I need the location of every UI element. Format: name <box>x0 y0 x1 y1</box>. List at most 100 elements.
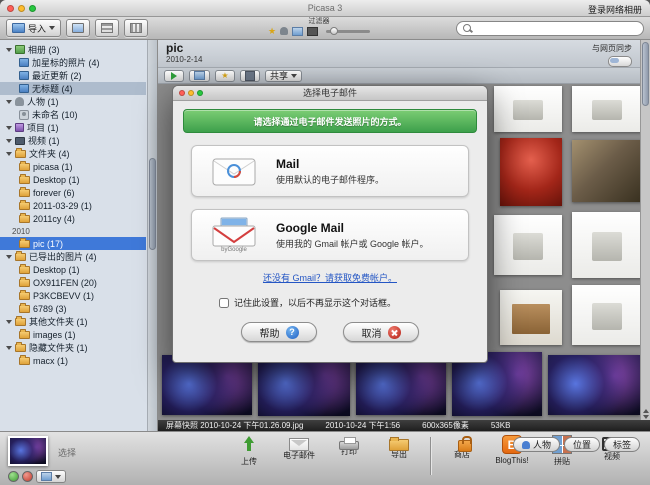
file-dimensions: 600x365像素 <box>422 421 469 430</box>
sidebar-item[interactable]: 未命名 (10) <box>0 108 146 121</box>
clear-selection-button[interactable] <box>22 471 33 482</box>
sidebar-item[interactable]: 2011cy (4) <box>0 212 146 225</box>
picture-button[interactable] <box>189 69 210 82</box>
main-scrollbar[interactable] <box>640 40 650 420</box>
sidebar-scrollbar[interactable] <box>147 40 157 431</box>
sidebar-item[interactable]: 文件夹 (4) <box>0 147 146 160</box>
view-grid-button[interactable] <box>95 19 120 37</box>
scroll-up-icon[interactable] <box>643 409 649 413</box>
photo-thumbnail[interactable] <box>500 138 562 206</box>
dialog-close-button[interactable] <box>179 90 185 96</box>
email-button[interactable]: 电子邮件 <box>278 435 320 461</box>
photo-thumbnail[interactable] <box>162 355 252 415</box>
photo-thumbnail[interactable] <box>572 86 640 132</box>
sidebar-item[interactable]: 已导出的图片 (4) <box>0 250 146 263</box>
folder-date: 2010-2-14 <box>166 55 203 64</box>
hold-selection-button[interactable] <box>8 471 19 482</box>
photo-thumbnail[interactable] <box>572 140 640 202</box>
export-button[interactable]: 导出 <box>378 435 420 460</box>
disclosure-triangle-icon[interactable] <box>6 345 12 350</box>
scroll-down-icon[interactable] <box>643 415 649 419</box>
panel-places-button[interactable]: 位置 <box>563 437 600 452</box>
sidebar-item[interactable]: 2010 <box>0 225 146 237</box>
sync-control: 与网页同步 <box>592 43 632 67</box>
sidebar-item[interactable]: P3KCBEVV (1) <box>0 289 146 302</box>
selection-label: 选择 <box>58 448 77 458</box>
sidebar-item[interactable]: forever (6) <box>0 186 146 199</box>
sidebar-item-label: 相册 (3) <box>28 45 60 55</box>
help-button[interactable]: 帮助 ? <box>241 322 317 342</box>
panel-people-button[interactable]: 人物 <box>512 437 560 452</box>
disclosure-triangle-icon[interactable] <box>6 319 12 324</box>
sidebar-item[interactable]: 无标题 (4) <box>0 82 146 95</box>
sidebar-item[interactable]: 6789 (3) <box>0 302 146 315</box>
dialog-zoom-button[interactable] <box>197 90 203 96</box>
shop-button[interactable]: 商店 <box>441 435 483 460</box>
sidebar-item[interactable]: 最近更新 (2) <box>0 69 146 82</box>
photo-thumbnail[interactable] <box>356 355 446 415</box>
email-icon <box>289 438 309 451</box>
disclosure-triangle-icon[interactable] <box>6 151 12 156</box>
disclosure-triangle-icon[interactable] <box>6 47 12 52</box>
add-to-album-button[interactable] <box>36 470 66 483</box>
photo-thumbnail[interactable] <box>548 355 640 415</box>
google-mail-option[interactable]: byGoogle Google Mail 使用我的 Gmail 帐户或 Goog… <box>191 209 469 261</box>
star-button[interactable]: ★ <box>215 69 235 82</box>
search-field[interactable] <box>456 20 644 36</box>
sidebar-item[interactable]: Desktop (1) <box>0 263 146 276</box>
mail-option[interactable]: Mail 使用默认的电子邮件程序。 <box>191 145 469 197</box>
sidebar-item[interactable]: 2011-03-29 (1) <box>0 199 146 212</box>
filter-label: 过滤器 <box>308 18 330 25</box>
view-tree-button[interactable] <box>124 19 149 37</box>
filter-photos-icon[interactable] <box>292 26 304 36</box>
main-scrollbar-thumb[interactable] <box>642 42 649 106</box>
filter-starred-icon[interactable]: ★ <box>268 26 276 36</box>
sync-toggle[interactable] <box>608 56 632 67</box>
share-button[interactable]: 共享 <box>265 69 303 82</box>
disclosure-triangle-icon[interactable] <box>6 99 12 104</box>
sync-label: 与网页同步 <box>592 44 632 53</box>
filter-videos-icon[interactable] <box>307 26 319 36</box>
remember-setting-checkbox[interactable] <box>219 297 229 308</box>
disclosure-triangle-icon[interactable] <box>6 138 12 143</box>
get-gmail-link[interactable]: 还没有 Gmail？请获取免费帐户。 <box>183 271 477 284</box>
sidebar-item[interactable]: picasa (1) <box>0 160 146 173</box>
sidebar-item[interactable]: 人物 (1) <box>0 95 146 108</box>
photo-thumbnail[interactable] <box>572 212 640 278</box>
disclosure-triangle-icon[interactable] <box>6 125 12 130</box>
photo-thumbnail[interactable] <box>572 285 640 345</box>
signin-web-albums-link[interactable]: 登录网络相册 <box>588 3 642 16</box>
filter-faces-icon[interactable] <box>280 27 289 35</box>
selection-tray-thumbnail[interactable] <box>8 436 48 466</box>
sidebar-item[interactable]: Desktop (1) <box>0 173 146 186</box>
sidebar-item[interactable]: images (1) <box>0 328 146 341</box>
slideshow-play-button[interactable] <box>164 69 184 82</box>
action-separator <box>430 437 431 475</box>
dialog-minimize-button[interactable] <box>188 90 194 96</box>
photo-thumbnail[interactable] <box>500 290 562 345</box>
sidebar-item[interactable]: 视频 (1) <box>0 134 146 147</box>
sidebar-item-label: forever (6) <box>33 187 75 198</box>
photo-thumbnail[interactable] <box>494 86 562 132</box>
sidebar-item[interactable]: OX911FEN (20) <box>0 276 146 289</box>
add-album-button[interactable] <box>66 19 91 37</box>
search-input[interactable] <box>475 22 637 34</box>
sidebar-item[interactable]: 相册 (3) <box>0 43 146 56</box>
upload-button[interactable]: 上传 <box>228 435 270 467</box>
sidebar-item[interactable]: 加星标的照片 (4) <box>0 56 146 69</box>
sidebar-item[interactable]: 项目 (1) <box>0 121 146 134</box>
filter-date-slider[interactable] <box>326 26 371 35</box>
panel-tags-button[interactable]: 标签 <box>603 437 640 452</box>
sidebar-item[interactable]: 隐藏文件夹 (1) <box>0 341 146 354</box>
sidebar-item[interactable]: 其他文件夹 (1) <box>0 315 146 328</box>
print-button[interactable]: 打印 <box>328 435 370 457</box>
sidebar-item[interactable]: pic (17) <box>0 237 146 250</box>
import-button[interactable]: 导入 <box>6 19 62 37</box>
sidebar-item[interactable]: macx (1) <box>0 354 146 367</box>
disclosure-triangle-icon[interactable] <box>6 254 12 259</box>
sidebar-item-label: 最近更新 (2) <box>32 71 82 81</box>
photo-thumbnail[interactable] <box>494 215 562 275</box>
cancel-button[interactable]: 取消 <box>343 322 419 342</box>
sidebar-scrollbar-thumb[interactable] <box>149 158 156 250</box>
save-button[interactable] <box>240 69 260 82</box>
